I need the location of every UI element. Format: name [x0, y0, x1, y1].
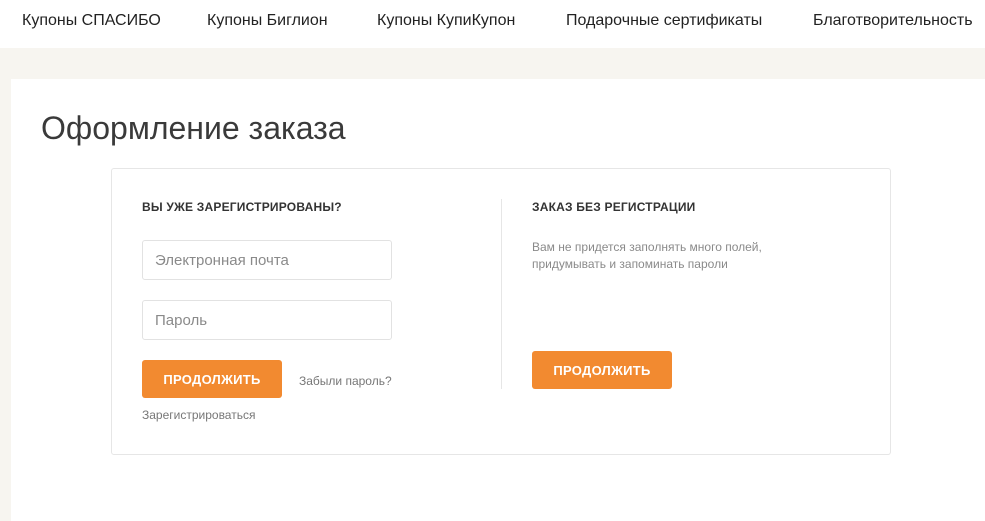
password-field[interactable] [142, 300, 392, 340]
nav-item-charity[interactable]: Благотворительность [813, 12, 973, 30]
login-section-heading: ВЫ УЖЕ ЗАРЕГИСТРИРОВАНЫ? [142, 200, 342, 214]
register-link[interactable]: Зарегистрироваться [142, 408, 255, 422]
nav-item-spasibo-coupons[interactable]: Купоны СПАСИБО [22, 12, 161, 30]
guest-description: Вам не придется заполнять много полей, п… [532, 240, 762, 271]
nav-item-biglion-coupons[interactable]: Купоны Биглион [207, 12, 328, 30]
email-field[interactable] [142, 240, 392, 280]
section-divider [501, 199, 502, 389]
guest-section-heading: ЗАКАЗ БЕЗ РЕГИСТРАЦИИ [532, 200, 696, 214]
nav-item-gift-certificates[interactable]: Подарочные сертификаты [566, 12, 762, 30]
login-continue-button[interactable]: ПРОДОЛЖИТЬ [142, 360, 282, 398]
nav-item-kupikupon-coupons[interactable]: Купоны КупиКупон [377, 12, 515, 30]
top-navigation: Купоны СПАСИБО Купоны Биглион Купоны Куп… [0, 0, 985, 48]
forgot-password-link[interactable]: Забыли пароль? [299, 374, 392, 388]
guest-continue-button[interactable]: ПРОДОЛЖИТЬ [532, 351, 672, 389]
page-title: Оформление заказа [41, 110, 346, 146]
